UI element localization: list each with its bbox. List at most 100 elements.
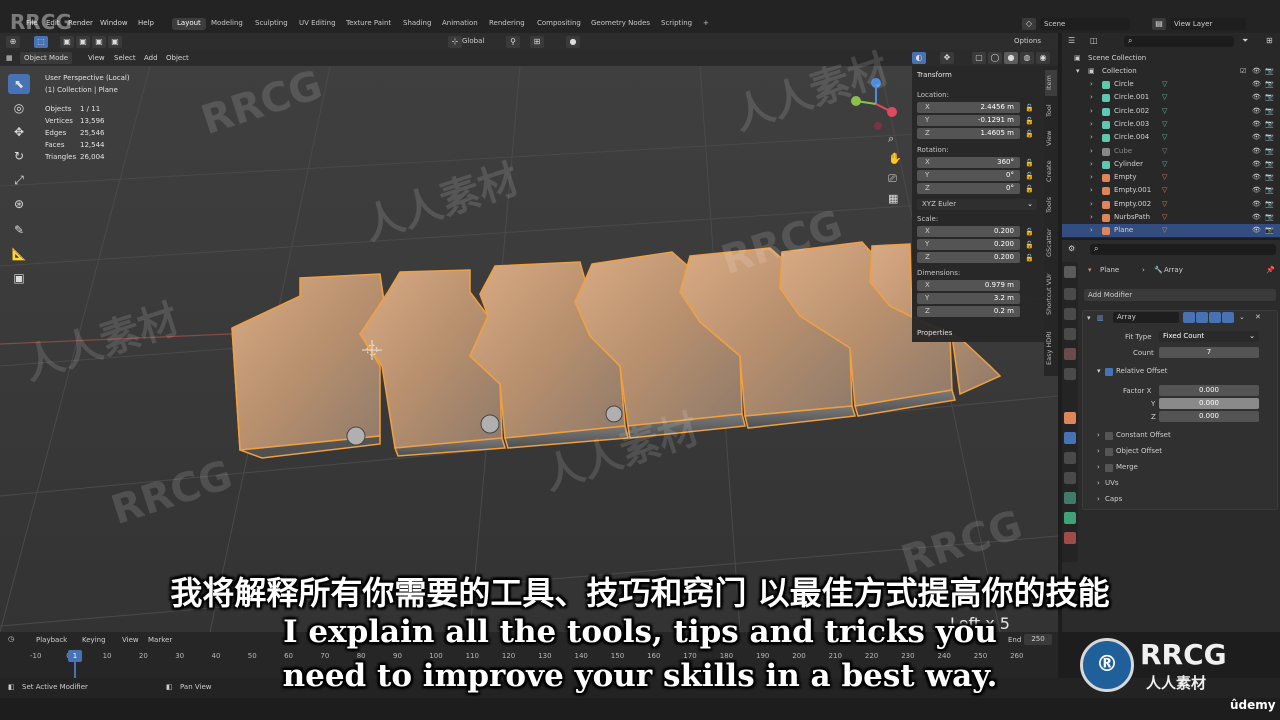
outliner-item[interactable]: › Empty.001 ▽ 👁 📷: [1062, 184, 1280, 197]
shading-wire-icon[interactable]: ◯: [988, 52, 1002, 64]
tab-geometry-nodes[interactable]: Geometry Nodes: [586, 18, 655, 30]
render-toggle-icon[interactable]: [1222, 312, 1234, 323]
lock-icon[interactable]: 🔓: [1025, 159, 1034, 167]
select-intersect-icon[interactable]: ▣: [108, 36, 122, 48]
camera-icon[interactable]: ⎚: [888, 172, 897, 186]
measure-tool-icon[interactable]: 📐: [8, 244, 30, 264]
tab-gscatter[interactable]: GScatter: [1045, 224, 1057, 262]
tab-item[interactable]: Item: [1045, 70, 1057, 96]
eye-icon[interactable]: 👁: [1252, 158, 1261, 171]
transform-header[interactable]: Transform: [917, 71, 952, 79]
eye-icon[interactable]: 👁: [1252, 105, 1261, 118]
menu-add[interactable]: Add: [144, 52, 158, 64]
eye-icon[interactable]: 👁: [1252, 118, 1261, 131]
shading-render-icon[interactable]: ◉: [1036, 52, 1050, 64]
scene-tab-icon[interactable]: [1064, 348, 1076, 360]
particles-tab-icon[interactable]: [1064, 452, 1076, 464]
expand-arrow-icon[interactable]: ›: [1090, 131, 1093, 144]
select-tool-icon[interactable]: ⬉: [8, 74, 30, 94]
lock-icon[interactable]: 🔓: [1025, 185, 1034, 193]
shading-material-icon[interactable]: ◍: [1020, 52, 1034, 64]
view-layer-selector[interactable]: View Layer: [1170, 18, 1246, 30]
eye-icon[interactable]: 👁: [1252, 78, 1261, 91]
object-offset-checkbox[interactable]: [1105, 448, 1113, 456]
select-box-icon[interactable]: ⬚: [34, 36, 48, 48]
expand-arrow-icon[interactable]: ›: [1097, 479, 1100, 487]
dimensions-x-field[interactable]: X 0.979 m: [917, 280, 1020, 291]
annotate-tool-icon[interactable]: ✎: [8, 220, 30, 240]
lock-icon[interactable]: 🔓: [1025, 117, 1034, 125]
eye-icon[interactable]: 👁: [1252, 198, 1261, 211]
camera-icon[interactable]: 📷: [1265, 184, 1274, 197]
tab-view[interactable]: View: [1045, 126, 1057, 150]
expand-arrow-icon[interactable]: ›: [1097, 463, 1100, 471]
move-tool-icon[interactable]: ✥: [8, 122, 30, 142]
lock-icon[interactable]: 🔓: [1025, 104, 1034, 112]
select-subtract-icon[interactable]: ▣: [92, 36, 106, 48]
outliner-item[interactable]: › Empty.002 ▽ 👁 📷: [1062, 198, 1280, 211]
camera-icon[interactable]: 📷: [1265, 105, 1274, 118]
expand-arrow-icon[interactable]: ›: [1090, 158, 1093, 171]
tool-tab-icon[interactable]: [1064, 266, 1076, 278]
tab-animation[interactable]: Animation: [437, 18, 483, 30]
tab-create[interactable]: Create: [1045, 156, 1057, 186]
pivot-icon[interactable]: ⚲: [506, 36, 520, 48]
rotation-mode-dropdown[interactable]: XYZ Euler ⌄: [917, 199, 1037, 210]
world-tab-icon[interactable]: [1064, 368, 1076, 380]
eye-icon[interactable]: 👁: [1252, 91, 1261, 104]
expand-arrow-icon[interactable]: ›: [1090, 78, 1093, 91]
expand-arrow-icon[interactable]: ›: [1090, 105, 1093, 118]
physics-tab-icon[interactable]: [1064, 472, 1076, 484]
tab-compositing[interactable]: Compositing: [532, 18, 586, 30]
camera-icon[interactable]: 📷: [1265, 91, 1274, 104]
menu-help[interactable]: Help: [138, 19, 154, 27]
expand-arrow-icon[interactable]: ›: [1097, 495, 1100, 503]
constant-offset-checkbox[interactable]: [1105, 432, 1113, 440]
editmode-toggle-icon[interactable]: [1183, 312, 1195, 323]
pin-icon[interactable]: 📌: [1266, 266, 1275, 274]
tab-shading[interactable]: Shading: [398, 18, 436, 30]
rotation-y-field[interactable]: Y 0°: [917, 170, 1020, 181]
scale-z-field[interactable]: Z 0.200: [917, 252, 1020, 263]
eye-icon[interactable]: 👁: [1252, 65, 1261, 78]
outliner-item[interactable]: › Plane ▽ 👁 📷: [1062, 224, 1280, 238]
outliner-item[interactable]: › Empty ▽ 👁 📷: [1062, 171, 1280, 184]
collapse-arrow-icon[interactable]: ▾: [1087, 314, 1091, 322]
rotate-tool-icon[interactable]: ↻: [8, 146, 30, 166]
scene-selector[interactable]: Scene: [1040, 18, 1130, 30]
menu-view[interactable]: View: [88, 52, 105, 64]
visibility-icon[interactable]: ◐: [912, 52, 926, 64]
tab-uv-editing[interactable]: UV Editing: [294, 18, 341, 30]
expand-arrow-icon[interactable]: ›: [1090, 91, 1093, 104]
snap-icon[interactable]: ⊞: [530, 36, 544, 48]
expand-arrow-icon[interactable]: ▾: [1076, 65, 1080, 78]
object-tab-icon[interactable]: [1064, 412, 1076, 424]
outliner-editor-icon[interactable]: ☰: [1068, 36, 1075, 45]
lock-icon[interactable]: 🔓: [1025, 228, 1034, 236]
cursor-tool-icon[interactable]: ◎: [8, 98, 30, 118]
navigation-gizmo[interactable]: [851, 78, 897, 130]
add-workspace-button[interactable]: +: [698, 18, 714, 30]
lock-icon[interactable]: 🔓: [1025, 172, 1034, 180]
gizmo-icon[interactable]: ✥: [940, 52, 954, 64]
factor-x-field[interactable]: 0.000: [1159, 385, 1259, 396]
expand-arrow-icon[interactable]: ›: [1090, 118, 1093, 131]
transform-tool-icon[interactable]: ⊛: [8, 194, 30, 214]
factor-z-field[interactable]: 0.000: [1159, 411, 1259, 422]
eye-icon[interactable]: 👁: [1252, 131, 1261, 144]
menu-file[interactable]: File: [26, 19, 38, 27]
factor-y-field[interactable]: 0.000: [1159, 398, 1259, 409]
close-icon[interactable]: ✕: [1255, 313, 1261, 321]
fit-type-dropdown[interactable]: Fixed Count ⌄: [1159, 331, 1259, 342]
expand-arrow-icon[interactable]: ›: [1097, 447, 1100, 455]
camera-icon[interactable]: 📷: [1265, 131, 1274, 144]
location-z-field[interactable]: Z 1.4605 m: [917, 128, 1020, 139]
outliner-collection[interactable]: ▾ ▣ Collection ☑ 👁 📷: [1062, 65, 1280, 78]
checkbox-icon[interactable]: ☑: [1240, 65, 1246, 78]
lock-icon[interactable]: 🔓: [1025, 254, 1034, 262]
tab-easy-hdri[interactable]: Easy HDRI: [1045, 326, 1057, 370]
outliner-item[interactable]: › Circle.003 ▽ 👁 📷: [1062, 118, 1280, 131]
new-collection-icon[interactable]: ⊞: [1266, 36, 1273, 45]
options-dropdown[interactable]: Options: [1014, 37, 1041, 45]
expand-arrow-icon[interactable]: ›: [1090, 184, 1093, 197]
